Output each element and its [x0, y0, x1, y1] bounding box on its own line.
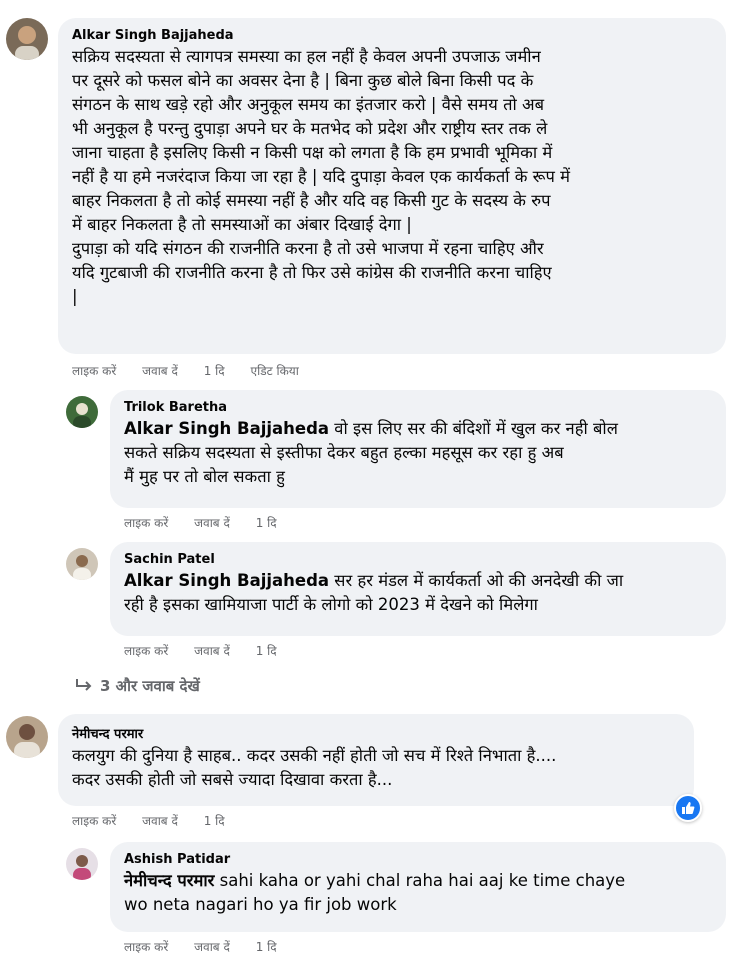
- comment-text: Alkar Singh Bajjaheda सर हर मंडल में कार…: [124, 571, 624, 614]
- reply-button[interactable]: जवाब दें: [142, 364, 178, 378]
- mention-link[interactable]: Alkar Singh Bajjaheda: [124, 571, 329, 590]
- like-button[interactable]: लाइक करें: [72, 814, 116, 828]
- edited-label[interactable]: एडिट किया: [250, 364, 298, 378]
- comment-bubble: नेमीचन्द परमार कलयुग की दुनिया है साहब..…: [58, 714, 694, 806]
- comment-author[interactable]: Alkar Singh Bajjaheda: [72, 28, 712, 43]
- like-button[interactable]: लाइक करें: [72, 364, 116, 378]
- comment-actions: लाइक करें जवाब दें 1 दि: [124, 514, 299, 531]
- comment-author[interactable]: Sachin Patel: [124, 552, 712, 567]
- timestamp[interactable]: 1 दि: [256, 644, 277, 658]
- reply-button[interactable]: जवाब दें: [194, 644, 230, 658]
- comment-actions: लाइक करें जवाब दें 1 दि: [124, 938, 299, 955]
- avatar[interactable]: [66, 848, 98, 880]
- comment-text: कलयुग की दुनिया है साहब.. कदर उसकी नहीं …: [72, 746, 557, 789]
- avatar[interactable]: [66, 396, 98, 428]
- avatar[interactable]: [6, 716, 48, 758]
- comment-author[interactable]: Ashish Patidar: [124, 852, 712, 867]
- avatar[interactable]: [6, 18, 48, 60]
- reply-button[interactable]: जवाब दें: [142, 814, 178, 828]
- avatar[interactable]: [66, 548, 98, 580]
- timestamp[interactable]: 1 दि: [204, 814, 225, 828]
- reply-button[interactable]: जवाब दें: [194, 516, 230, 530]
- comment-text: नेमीचन्द परमार sahi kaha or yahi chal ra…: [124, 871, 626, 914]
- comment-author[interactable]: नेमीचन्द परमार: [72, 724, 680, 742]
- comment-text: सक्रिय सदस्यता से त्यागपत्र समस्या का हल…: [72, 47, 570, 306]
- timestamp[interactable]: 1 दि: [204, 364, 225, 378]
- reply-bubble: Trilok Baretha Alkar Singh Bajjaheda वो …: [110, 390, 726, 508]
- timestamp[interactable]: 1 दि: [256, 940, 277, 954]
- comment-text: Alkar Singh Bajjaheda वो इस लिए सर की बं…: [124, 419, 618, 486]
- mention-link[interactable]: Alkar Singh Bajjaheda: [124, 419, 329, 438]
- reply-arrow-icon: [76, 679, 92, 691]
- like-reaction-icon: [682, 802, 695, 814]
- comment-author[interactable]: Trilok Baretha: [124, 400, 712, 415]
- like-button[interactable]: लाइक करें: [124, 516, 168, 530]
- reply-bubble: Ashish Patidar नेमीचन्द परमार sahi kaha …: [110, 842, 726, 932]
- comment-actions: लाइक करें जवाब दें 1 दि: [124, 642, 299, 659]
- like-button[interactable]: लाइक करें: [124, 644, 168, 658]
- comment-bubble: Alkar Singh Bajjaheda सक्रिय सदस्यता से …: [58, 18, 726, 354]
- like-reaction-badge[interactable]: [674, 794, 702, 822]
- reply-button[interactable]: जवाब दें: [194, 940, 230, 954]
- view-more-replies-link[interactable]: 3 और जवाब देखें: [74, 676, 200, 696]
- reply-bubble: Sachin Patel Alkar Singh Bajjaheda सर हर…: [110, 542, 726, 636]
- comment-actions: लाइक करें जवाब दें 1 दि: [72, 812, 247, 829]
- mention-link[interactable]: नेमीचन्द परमार: [124, 871, 214, 890]
- like-button[interactable]: लाइक करें: [124, 940, 168, 954]
- comment-actions: लाइक करें जवाब दें 1 दि एडिट किया: [72, 362, 321, 379]
- timestamp[interactable]: 1 दि: [256, 516, 277, 530]
